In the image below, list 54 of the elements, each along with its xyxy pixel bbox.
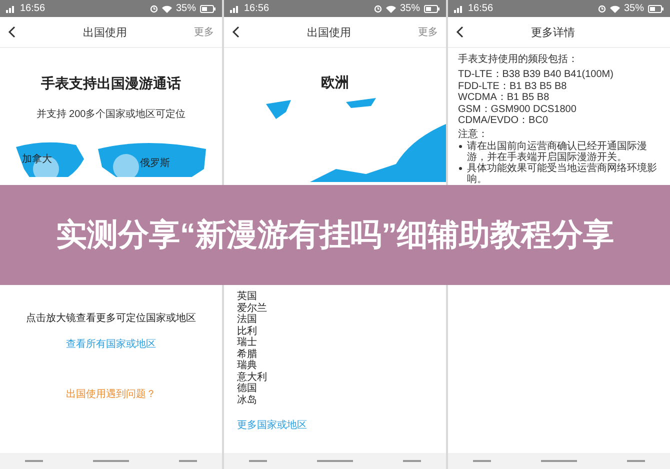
country-label: 俄罗斯 (140, 156, 170, 170)
hint-text: 点击放大镜查看更多可定位国家或地区 (25, 312, 197, 325)
back-icon[interactable] (456, 26, 464, 38)
status-time: 16:56 (20, 3, 46, 14)
bands-heading: 手表支持使用的频段包括： (458, 54, 579, 66)
back-icon[interactable] (8, 26, 16, 38)
bullet-icon (459, 166, 462, 170)
country-item[interactable]: 意大利 (237, 372, 446, 383)
alarm-icon (374, 4, 382, 12)
note-text: 请在出国前向运营商确认已经开通国际漫游，并在手表端开启国际漫游开关。 (467, 140, 648, 162)
wifi-icon (610, 4, 620, 12)
country-item[interactable]: 英国 (237, 291, 446, 302)
page-title: 更多详情 (530, 26, 576, 40)
bullet-icon (459, 144, 462, 148)
alarm-icon (598, 4, 606, 12)
section-heading: 手表支持出国漫游通话 (40, 75, 182, 93)
more-link[interactable]: 更多 (418, 25, 438, 39)
band-line: FDD-LTE：B1 B3 B5 B8 (458, 80, 568, 92)
note-text: 具体功能效果可能受当地运营商网络环境影响。 (467, 162, 658, 184)
battery-percent: 35% (624, 3, 644, 14)
battery-icon (424, 4, 440, 12)
more-link[interactable]: 更多 (194, 25, 214, 39)
country-item[interactable]: 爱尔兰 (237, 302, 446, 314)
alarm-icon (150, 4, 158, 12)
band-line: GSM：GSM900 DCS1800 (458, 104, 578, 115)
country-item[interactable]: 冰岛 (237, 394, 446, 406)
signal-icon (454, 4, 464, 12)
country-label: 加拿大 (22, 152, 52, 166)
band-line: WCDMA：B1 B5 B8 (458, 92, 550, 104)
status-time: 16:56 (244, 3, 270, 14)
band-line: CDMA/EVDO：BC0 (458, 115, 550, 126)
country-item[interactable]: 比利 (237, 326, 446, 337)
region-heading: 欧洲 (320, 74, 350, 92)
country-item[interactable]: 希腊 (237, 348, 446, 360)
page-title: 出国使用 (306, 26, 352, 40)
signal-icon (230, 4, 240, 12)
wifi-icon (386, 4, 396, 12)
country-item[interactable]: 瑞士 (237, 337, 446, 348)
country-item[interactable]: 德国 (237, 383, 446, 394)
country-item[interactable]: 瑞典 (237, 360, 446, 372)
back-icon[interactable] (232, 26, 240, 38)
banner-title: 实测分享“新漫游有挂吗”细辅助教程分享 (55, 216, 615, 254)
band-line: TD-LTE：B38 B39 B40 B41(100M) (458, 69, 614, 80)
subheading: 并支持 200多个国家或地区可定位 (35, 108, 187, 121)
battery-icon (200, 4, 216, 12)
status-time: 16:56 (468, 3, 494, 14)
notes-heading: 注意： (458, 128, 489, 140)
battery-icon (648, 4, 664, 12)
battery-percent: 35% (400, 3, 420, 14)
battery-percent: 35% (176, 3, 196, 14)
country-item[interactable]: 法国 (237, 314, 446, 326)
wifi-icon (162, 4, 172, 12)
page-title: 出国使用 (82, 26, 128, 40)
signal-icon (6, 4, 16, 12)
